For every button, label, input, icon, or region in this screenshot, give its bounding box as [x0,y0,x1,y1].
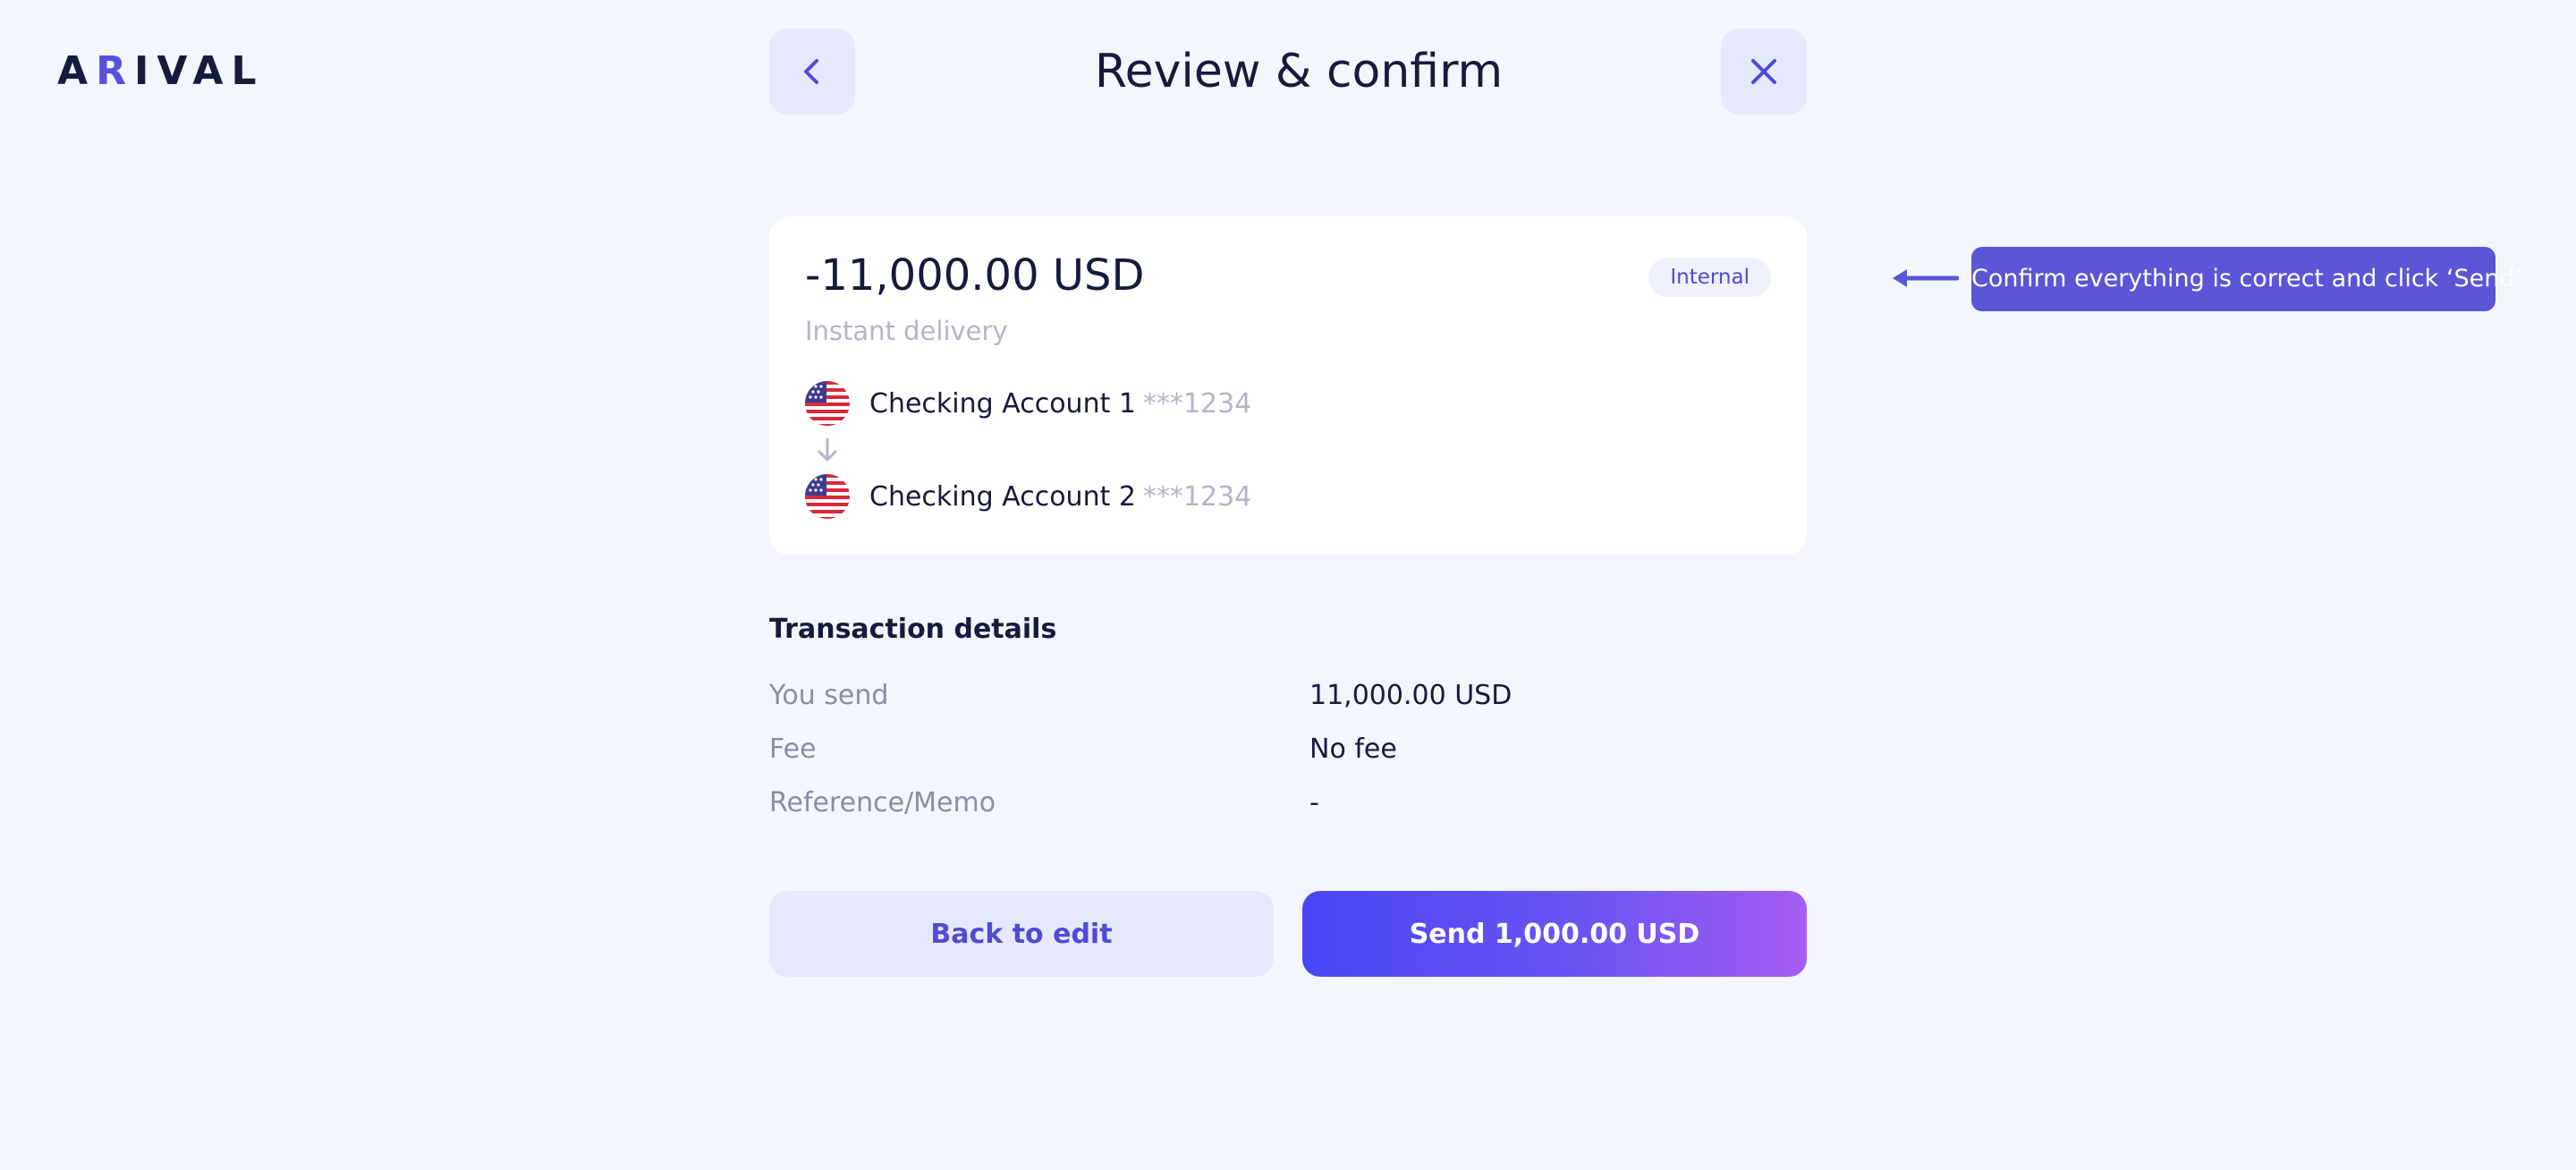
detail-value-fee: No fee [1309,733,1397,765]
close-icon [1751,59,1776,84]
transfer-summary-card: -11,000.00 USD Instant delivery Internal [769,216,1807,555]
arival-logo[interactable]: ARIVAL [57,50,264,93]
detail-label-you-send: You send [769,680,889,711]
close-button[interactable] [1721,29,1807,114]
to-account-mask: ***1234 [1142,480,1252,513]
detail-value-you-send: 11,000.00 USD [1309,680,1513,711]
chevron-left-icon [804,59,818,84]
arrow-down-icon [818,437,837,462]
from-account-name: Checking Account 1 [869,387,1136,420]
from-account: Checking Account 1 ***1234 [805,381,1251,426]
logo-letters: IVAL [133,48,265,94]
detail-label-fee: Fee [769,733,817,765]
transaction-details-title: Transaction details [769,614,1057,645]
back-to-edit-button[interactable]: Back to edit [769,891,1274,977]
to-account-name: Checking Account 2 [869,480,1136,513]
transfer-type-badge: Internal [1648,258,1771,297]
logo-letter-r: R [96,48,134,94]
hint-tooltip: Confirm everything is correct and click … [1971,247,2522,311]
delivery-type: Instant delivery [805,316,1008,346]
page: ARIVAL Review & confirm -11,000.00 USD I… [0,0,2576,1170]
detail-label-reference: Reference/Memo [769,787,996,818]
arrow-left-icon [1893,269,1959,287]
send-button[interactable]: Send 1,000.00 USD [1302,891,1807,977]
back-button[interactable] [769,29,855,114]
us-flag-icon [805,381,850,426]
detail-value-reference: - [1309,787,1319,818]
transfer-amount: -11,000.00 USD [805,250,1145,301]
from-account-mask: ***1234 [1142,387,1252,420]
us-flag-icon [805,474,850,519]
page-title: Review & confirm [1094,45,1504,98]
to-account: Checking Account 2 ***1234 [805,474,1251,519]
logo-letter-a: A [57,48,97,94]
